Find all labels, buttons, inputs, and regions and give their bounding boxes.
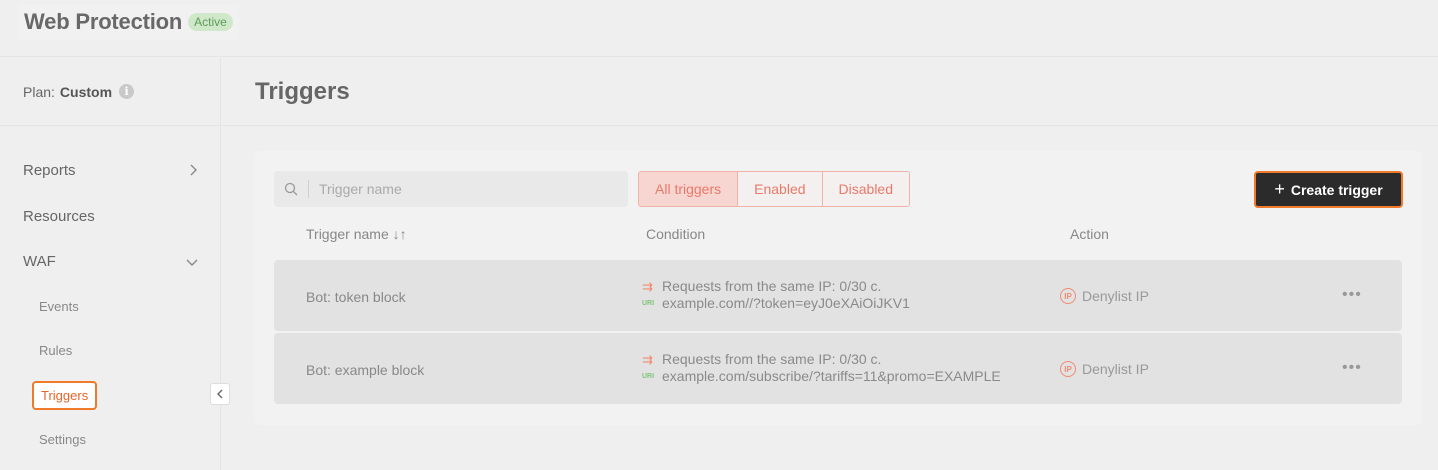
sidebar-subitem-triggers[interactable]: Triggers: [32, 381, 98, 410]
page-title: Triggers: [255, 78, 350, 105]
column-header-condition: Condition: [646, 226, 706, 242]
sidebar-item-label: WAF: [23, 253, 56, 270]
more-options-icon[interactable]: •••: [1342, 359, 1362, 377]
trigger-name: Bot: token block: [306, 289, 406, 305]
create-trigger-label: Create trigger: [1290, 181, 1383, 198]
uri-icon: URI: [642, 373, 655, 380]
condition-requests: Requests from the same IP: 0/30 c.: [662, 278, 882, 294]
action-label: Denylist IP: [1082, 288, 1149, 304]
table-row[interactable]: Bot: example block ⇉ Requests from the s…: [274, 333, 1402, 404]
create-trigger-button[interactable]: + Create trigger: [1254, 171, 1403, 208]
trigger-name: Bot: example block: [306, 362, 425, 378]
plan-info: Plan: Custom i: [0, 58, 221, 126]
sidebar: Plan: Custom i Reports Resources WAF Eve…: [0, 58, 230, 470]
plus-icon: +: [1274, 179, 1285, 199]
condition-uri: example.com//?token=eyJ0eXAiOiJKV1: [662, 295, 910, 311]
chevron-left-icon: [217, 389, 223, 399]
app-header: Web Protection Active: [0, 0, 1438, 57]
chevron-right-icon: [188, 163, 198, 179]
denylist-icon: IP: [1060, 361, 1076, 377]
requests-icon: ⇉: [642, 352, 653, 367]
filter-enabled[interactable]: Enabled: [738, 172, 823, 206]
column-header-action: Action: [1070, 226, 1109, 242]
more-options-icon[interactable]: •••: [1342, 286, 1362, 304]
sidebar-collapse-button[interactable]: [210, 383, 230, 405]
table-row[interactable]: Bot: token block ⇉ Requests from the sam…: [274, 260, 1402, 331]
sidebar-subitem-settings[interactable]: Settings: [39, 432, 86, 447]
app-title-block: Web Protection Active: [18, 4, 239, 40]
plan-value: Custom: [59, 83, 113, 100]
filter-disabled[interactable]: Disabled: [822, 172, 910, 206]
app-title: Web Protection: [24, 9, 183, 34]
uri-icon: URI: [642, 300, 655, 307]
sidebar-item-label: Reports: [23, 162, 76, 179]
triggers-card: All triggers Enabled Disabled + Create t…: [254, 151, 1422, 425]
search-box: [274, 171, 628, 207]
sidebar-item-waf[interactable]: WAF: [23, 253, 198, 270]
sidebar-item-reports[interactable]: Reports: [23, 162, 198, 179]
condition-requests: Requests from the same IP: 0/30 c.: [662, 351, 882, 367]
condition-uri: example.com/subscribe/?tariffs=11&promo=…: [662, 368, 1001, 384]
trigger-action: IP Denylist IP: [1060, 361, 1149, 377]
action-label: Denylist IP: [1082, 361, 1149, 377]
chevron-down-icon: [186, 254, 198, 270]
search-input[interactable]: [309, 181, 609, 197]
filter-all-triggers[interactable]: All triggers: [639, 172, 739, 206]
column-header-trigger-name[interactable]: Trigger name ↓↑: [306, 226, 407, 242]
requests-icon: ⇉: [642, 279, 653, 294]
plan-label: Plan:: [23, 83, 55, 100]
status-badge: Active: [188, 13, 233, 31]
trigger-condition: ⇉ Requests from the same IP: 0/30 c. URI…: [642, 351, 1001, 385]
search-icon: [274, 182, 308, 196]
filter-segmented-control: All triggers Enabled Disabled: [638, 171, 911, 207]
info-icon[interactable]: i: [119, 84, 135, 99]
sidebar-subitem-events[interactable]: Events: [39, 299, 79, 314]
sidebar-subitem-rules[interactable]: Rules: [39, 343, 72, 358]
denylist-icon: IP: [1060, 288, 1076, 304]
page-header: Triggers: [222, 58, 1438, 126]
trigger-condition: ⇉ Requests from the same IP: 0/30 c. URI…: [642, 278, 910, 312]
sidebar-item-resources[interactable]: Resources: [23, 208, 198, 225]
sidebar-item-label: Resources: [23, 208, 95, 225]
trigger-action: IP Denylist IP: [1060, 288, 1149, 304]
